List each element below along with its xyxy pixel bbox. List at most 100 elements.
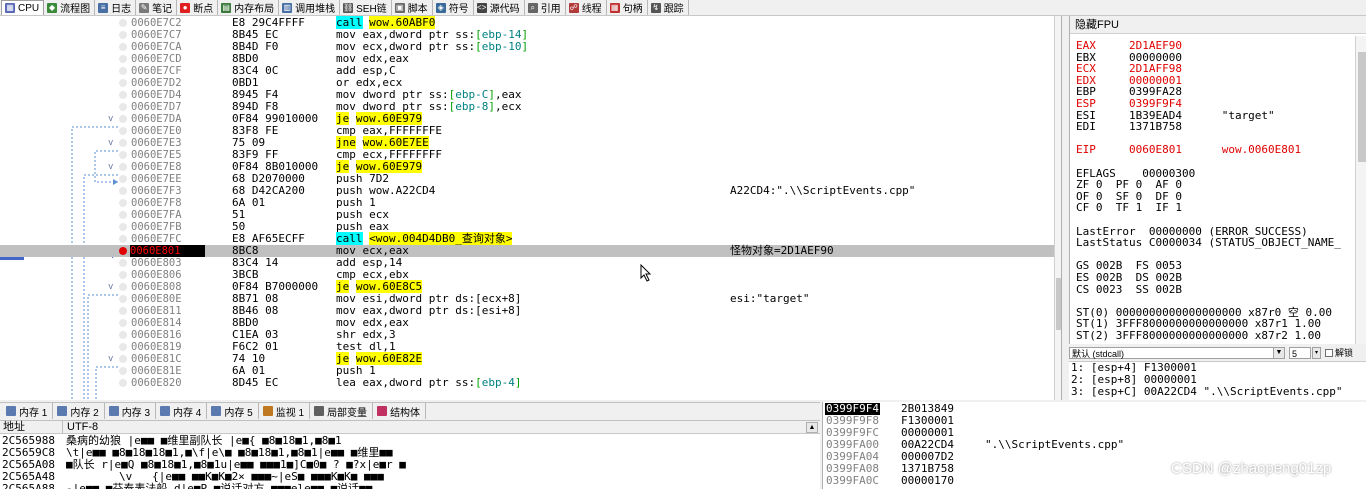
tab-symbol[interactable]: ◈ 符号 bbox=[433, 0, 474, 15]
breakpoint-dot[interactable] bbox=[119, 283, 127, 291]
arg-count-spinner[interactable]: ▾ bbox=[1312, 347, 1321, 359]
scrollbar-thumb[interactable] bbox=[1358, 52, 1366, 162]
disasm-row[interactable]: v 0060E808 0F84 B7000000 je wow.60E8C5 bbox=[0, 280, 1054, 293]
bottom-tab-1[interactable]: 内存 2 bbox=[53, 403, 105, 419]
bottom-tab-5[interactable]: 监视 1 bbox=[259, 403, 311, 419]
disasm-row[interactable]: 0060E7CD 8BD0 mov edx,eax bbox=[0, 53, 1054, 65]
breakpoint-dot[interactable] bbox=[119, 271, 127, 279]
disasm-row[interactable]: 0060E7D4 8945 F4 mov dword ptr ss:[ebp-C],… bbox=[0, 89, 1054, 101]
register-line[interactable]: LastStatus C0000034 (STATUS_OBJECT_NAME_ bbox=[1076, 237, 1341, 249]
unlock-checkbox[interactable] bbox=[1325, 349, 1333, 357]
breakpoint-dot[interactable] bbox=[119, 307, 127, 315]
dump-col-text[interactable]: UTF-8 bbox=[62, 421, 98, 434]
tab-log[interactable]: ≡ 日志 bbox=[95, 0, 137, 15]
disasm-row[interactable]: v 0060E7E8 0F84 8B010000 je wow.60E979 bbox=[0, 160, 1054, 173]
hide-fpu-toggle[interactable]: 隐藏FPU bbox=[1070, 16, 1366, 34]
bottom-tab-4[interactable]: 内存 5 bbox=[207, 403, 259, 419]
breakpoint-dot[interactable] bbox=[119, 103, 127, 111]
bottom-tab-0[interactable]: 内存 1 bbox=[2, 403, 54, 419]
disasm-row[interactable]: v 0060E81C 74 10 je wow.60E82E bbox=[0, 352, 1054, 365]
dump-col-address[interactable]: 地址 bbox=[3, 421, 25, 434]
disasm-row[interactable]: 0060E819 F6C2 01 test dl,1 bbox=[0, 341, 1054, 353]
breakpoint-dot[interactable] bbox=[119, 175, 127, 183]
disassembly-scrollbar[interactable] bbox=[1054, 16, 1061, 400]
breakpoint-dot[interactable] bbox=[119, 331, 127, 339]
register-line[interactable]: ST(2) 3FFF8000000000000000 x87r2 1.00 bbox=[1076, 330, 1321, 342]
tab-script[interactable]: ▣ 脚本 bbox=[392, 0, 433, 15]
breakpoint-dot[interactable] bbox=[119, 247, 127, 255]
register-line[interactable]: CF 0 TF 1 IF 1 bbox=[1076, 202, 1182, 214]
tab-breakpoint[interactable]: ● 断点 bbox=[177, 0, 219, 15]
breakpoint-dot[interactable] bbox=[119, 151, 127, 159]
breakpoint-dot[interactable] bbox=[119, 367, 127, 375]
disasm-row[interactable]: 0060E7F3 68 D42CA200 push wow.A22CD4 A22CD4… bbox=[0, 185, 1054, 197]
disasm-row[interactable]: 0060E7F8 6A 01 push 1 bbox=[0, 197, 1054, 209]
breakpoint-dot[interactable] bbox=[119, 67, 127, 75]
calling-convention-select[interactable]: 默认 (stdcall) ▼ bbox=[1069, 347, 1285, 359]
breakpoint-dot[interactable] bbox=[119, 79, 127, 87]
breakpoint-dot[interactable] bbox=[119, 379, 127, 387]
register-line[interactable]: CS 0023 SS 002B bbox=[1076, 283, 1182, 296]
tab-source[interactable]: <> 源代码 bbox=[474, 0, 525, 15]
disasm-row[interactable]: 0060E816 C1EA 03 shr edx,3 bbox=[0, 329, 1054, 341]
disasm-row[interactable]: 0060E7D7 894D F8 mov dword ptr ss:[ebp-8],… bbox=[0, 101, 1054, 113]
tab-callstack[interactable]: ▥ 调用堆栈 bbox=[279, 0, 341, 15]
breakpoint-dot[interactable] bbox=[119, 127, 127, 135]
disasm-row[interactable]: 0060E811 8B46 08 mov eax,dword ptr ds:[esi… bbox=[0, 305, 1054, 317]
disasm-row[interactable]: 0060E806 3BCB cmp ecx,ebx bbox=[0, 269, 1054, 281]
bottom-tab-3[interactable]: 内存 4 bbox=[156, 403, 208, 419]
bottom-tab-6[interactable]: 局部变量 bbox=[310, 403, 374, 419]
disasm-row[interactable]: 0060E7E0 83F8 FE cmp eax,FFFFFFFE bbox=[0, 125, 1054, 137]
breakpoint-dot[interactable] bbox=[119, 343, 127, 351]
bottom-tab-2[interactable]: 内存 3 bbox=[105, 403, 157, 419]
disasm-row[interactable]: v 0060E7DA 0F84 99010000 je wow.60E979 bbox=[0, 112, 1054, 125]
breakpoint-dot[interactable] bbox=[119, 91, 127, 99]
breakpoint-dot[interactable] bbox=[119, 319, 127, 327]
disasm-row[interactable]: 0060E7FA 51 push ecx bbox=[0, 209, 1054, 221]
disasm-row[interactable]: 0060E820 8D45 EC lea eax,dword ptr ss:[ebp… bbox=[0, 377, 1054, 389]
scrollbar-thumb[interactable] bbox=[1056, 278, 1061, 330]
breakpoint-dot[interactable] bbox=[119, 355, 127, 363]
disasm-row[interactable]: 0060E80E 8B71 08 mov esi,dword ptr ds:[ecx… bbox=[0, 293, 1054, 305]
breakpoint-dot[interactable] bbox=[119, 223, 127, 231]
breakpoint-dot[interactable] bbox=[119, 235, 127, 243]
chevron-up-icon[interactable]: ▲ bbox=[806, 422, 818, 433]
dump-text[interactable]: -|e■■ ■芬泰表法船 d|e■P ■说话对方 ■■■ele■■ ■说话■■ bbox=[66, 483, 372, 489]
disasm-row[interactable]: 0060E81E 6A 01 push 1 bbox=[0, 365, 1054, 377]
breakpoint-dot[interactable] bbox=[119, 187, 127, 195]
registers-scrollbar[interactable] bbox=[1355, 36, 1366, 344]
tab-trace[interactable]: ↯ 跟踪 bbox=[648, 0, 689, 15]
tab-seh[interactable]: ⛓ SEH链 bbox=[340, 0, 392, 15]
bottom-tab-7[interactable]: 结构体 bbox=[373, 403, 427, 419]
breakpoint-dot[interactable] bbox=[119, 43, 127, 51]
breakpoint-dot[interactable] bbox=[119, 295, 127, 303]
tab-notes[interactable]: ✎ 笔记 bbox=[136, 0, 178, 15]
breakpoint-dot[interactable] bbox=[119, 31, 127, 39]
chevron-down-icon[interactable]: ▼ bbox=[1273, 348, 1284, 358]
disasm-row[interactable]: 0060E803 83C4 14 add esp,14 bbox=[0, 257, 1054, 269]
disasm-row[interactable]: 0060E7E5 83F9 FF cmp ecx,FFFFFFFF bbox=[0, 149, 1054, 161]
disassembly-view[interactable]: EIP 0060E7C2E8 29C4FFFFcall wow.60ABF000… bbox=[0, 16, 1062, 400]
tab-memory-map[interactable]: ▤ 内存布局 bbox=[218, 0, 280, 15]
disasm-row[interactable]: v 0060E7E3 75 09 jne wow.60E7EE bbox=[0, 136, 1054, 149]
register-line[interactable]: EIP 0060E801 wow.0060E801 bbox=[1076, 144, 1301, 156]
disasm-row[interactable]: 0060E7D2 0BD1 or edx,ecx bbox=[0, 77, 1054, 89]
tab-graph[interactable]: ◆ 流程图 bbox=[44, 0, 96, 15]
breakpoint-dot[interactable] bbox=[119, 19, 127, 27]
breakpoint-dot[interactable] bbox=[119, 163, 127, 171]
breakpoint-dot[interactable] bbox=[119, 211, 127, 219]
disasm-row[interactable]: 0060E7CF 83C4 0C add esp,C bbox=[0, 65, 1054, 77]
dump-address[interactable]: 2C565A88 bbox=[2, 483, 55, 489]
disasm-row[interactable]: 0060E7FB 50 push eax bbox=[0, 221, 1054, 233]
tab-threads[interactable]: ☍ 线程 bbox=[566, 0, 607, 15]
breakpoint-dot[interactable] bbox=[119, 115, 127, 123]
tab-cpu[interactable]: ▦ CPU bbox=[1, 0, 45, 15]
breakpoint-dot[interactable] bbox=[119, 199, 127, 207]
breakpoint-dot[interactable] bbox=[119, 259, 127, 267]
arg-count-field[interactable]: 5 bbox=[1289, 347, 1311, 359]
tab-handles[interactable]: ▦ 句柄 bbox=[607, 0, 648, 15]
register-line[interactable]: EDI 1371B758 bbox=[1076, 121, 1182, 133]
disasm-row[interactable]: 0060E814 8BD0 mov edx,eax bbox=[0, 317, 1054, 329]
tab-references[interactable]: ⌕ 引用 bbox=[525, 0, 566, 15]
disasm-row[interactable]: 0060E7CA 8B4D F0 mov ecx,dword ptr ss:[ebp… bbox=[0, 41, 1054, 53]
